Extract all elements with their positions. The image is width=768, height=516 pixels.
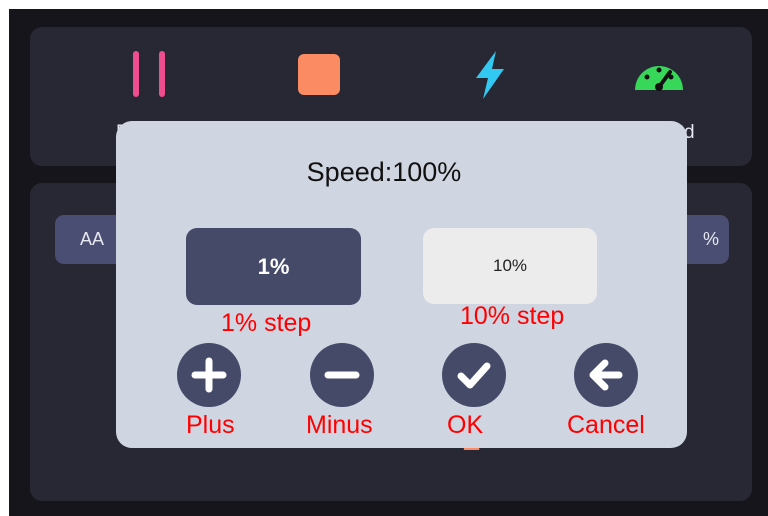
step-10-caption: 10% step [460, 302, 565, 330]
plus-circle-icon [191, 357, 227, 393]
dialog-title: Speed:100% [306, 157, 462, 187]
step-1-button[interactable]: 1% [186, 228, 361, 305]
minus-button[interactable] [310, 343, 374, 407]
step-10-button[interactable]: 10% [423, 228, 597, 304]
pause-icon[interactable] [133, 51, 165, 97]
minus-caption: Minus [306, 411, 373, 439]
cancel-button[interactable] [574, 343, 638, 407]
plus-caption: Plus [186, 411, 235, 439]
plus-button[interactable] [177, 343, 241, 407]
step-1-caption: 1% step [221, 309, 312, 337]
speedometer-icon[interactable] [632, 56, 686, 92]
stop-icon[interactable] [298, 54, 340, 95]
arrow-left-circle-icon [589, 359, 623, 391]
cancel-caption: Cancel [567, 411, 645, 439]
ok-caption: OK [447, 411, 484, 439]
pause-bar-left [133, 51, 139, 97]
minus-circle-icon [324, 371, 360, 379]
check-circle-icon [457, 362, 491, 389]
pause-bar-right [159, 51, 165, 97]
lightning-icon[interactable] [471, 51, 509, 99]
ok-button[interactable] [442, 343, 506, 407]
